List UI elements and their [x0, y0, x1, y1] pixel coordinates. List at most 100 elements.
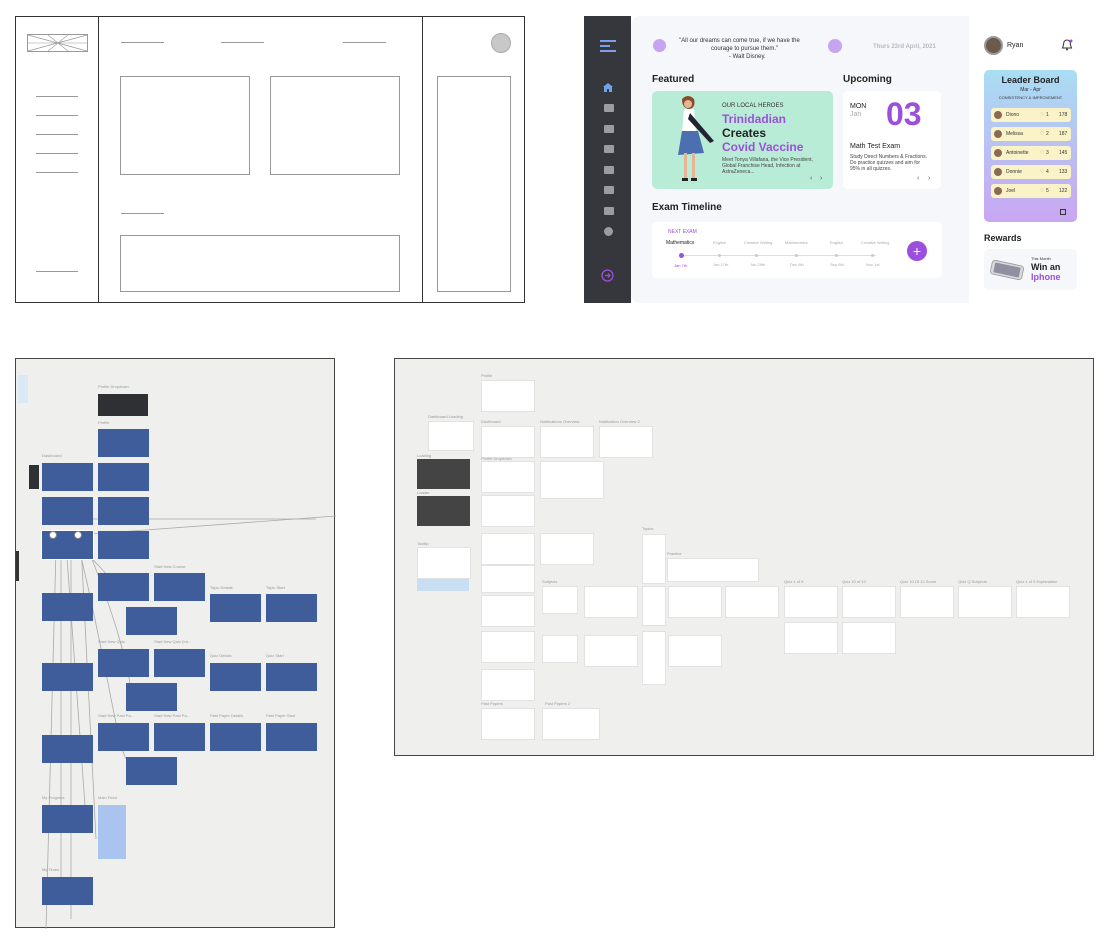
add-exam-button[interactable]: +: [907, 241, 927, 261]
flow-frame[interactable]: [126, 607, 177, 635]
flow-frame[interactable]: [584, 586, 638, 618]
featured-card[interactable]: OUR LOCAL HEROES Trinidadian Creates Cov…: [652, 91, 833, 189]
flow-frame[interactable]: [42, 735, 93, 763]
prototype-flow-canvas-left[interactable]: Profile Dropdown Profile Dashboard Start…: [15, 358, 336, 929]
bell-icon[interactable]: [1061, 39, 1073, 51]
flow-frame[interactable]: [98, 463, 149, 491]
featured-next-button[interactable]: ›: [820, 175, 822, 182]
avatar[interactable]: [984, 36, 1003, 55]
prototype-flow-canvas-right[interactable]: Profile Dashboard Loading Dashboard Prof…: [394, 358, 1094, 756]
flow-frame[interactable]: [42, 805, 93, 833]
flow-frame[interactable]: [842, 586, 896, 618]
flow-frame[interactable]: [481, 533, 535, 565]
upcoming-card[interactable]: MON Jan 03 Math Test Exam Study Direct N…: [843, 91, 941, 189]
flow-frame[interactable]: [599, 426, 653, 458]
flow-frame[interactable]: [417, 547, 471, 579]
flow-frame[interactable]: [481, 565, 535, 593]
flow-frame[interactable]: [842, 622, 896, 654]
flow-frame[interactable]: [481, 461, 535, 493]
stack-icon[interactable]: [604, 145, 614, 153]
user-name[interactable]: Ryan: [1007, 42, 1023, 49]
flow-frame[interactable]: [481, 380, 535, 412]
flow-frame[interactable]: [542, 708, 600, 740]
flow-frame[interactable]: [540, 426, 594, 458]
flow-frame[interactable]: [29, 465, 39, 489]
home-icon[interactable]: [603, 83, 613, 92]
flow-frame[interactable]: [98, 497, 149, 525]
flow-frame[interactable]: [481, 426, 535, 458]
expand-icon[interactable]: [1060, 209, 1066, 215]
flow-frame[interactable]: [126, 683, 177, 711]
flow-frame[interactable]: [42, 497, 93, 525]
flow-frame[interactable]: [481, 708, 535, 740]
flow-frame-grid[interactable]: [417, 579, 469, 591]
flow-frame[interactable]: [642, 534, 666, 584]
flow-frame[interactable]: [584, 635, 638, 667]
flow-frame[interactable]: [481, 631, 535, 663]
flow-frame[interactable]: [667, 558, 759, 582]
help-icon[interactable]: [604, 227, 613, 236]
flow-frame[interactable]: [668, 586, 722, 618]
flow-handle[interactable]: [74, 531, 82, 539]
flow-frame[interactable]: [542, 635, 578, 663]
flow-frame[interactable]: [42, 463, 93, 491]
video-icon[interactable]: [604, 186, 614, 194]
featured-prev-button[interactable]: ‹: [810, 175, 812, 182]
flow-frame[interactable]: [266, 663, 317, 691]
book-icon[interactable]: [604, 104, 614, 112]
logout-icon[interactable]: [601, 269, 614, 282]
flow-frame[interactable]: [958, 586, 1012, 618]
flow-frame[interactable]: [98, 531, 149, 559]
flow-frame[interactable]: [126, 757, 177, 785]
leaderboard-row[interactable]: Diono ♡ 1 178: [991, 108, 1071, 122]
flow-frame[interactable]: [154, 723, 205, 751]
menu-icon[interactable]: [600, 40, 616, 52]
flow-frame[interactable]: [725, 586, 779, 618]
flow-frame[interactable]: [481, 669, 535, 701]
flow-frame[interactable]: [417, 459, 470, 489]
upcoming-prev-button[interactable]: ‹: [917, 175, 919, 182]
flow-frame[interactable]: [540, 533, 594, 565]
flow-frame[interactable]: [642, 631, 666, 685]
graduation-icon[interactable]: [604, 207, 614, 215]
flow-frame[interactable]: [417, 496, 470, 526]
leaderboard-row[interactable]: Melissa ♡ 2 187: [991, 127, 1071, 141]
expand-icon[interactable]: [604, 166, 614, 174]
leaderboard-row[interactable]: Joel ♡ 5 122: [991, 184, 1071, 198]
flow-scrollbar[interactable]: [16, 551, 19, 581]
flow-frame[interactable]: [540, 461, 604, 499]
flow-frame[interactable]: [154, 649, 205, 677]
flow-frame[interactable]: [42, 877, 93, 905]
flow-frame[interactable]: [42, 663, 93, 691]
flow-frame[interactable]: [784, 586, 838, 618]
flow-frame[interactable]: [784, 622, 838, 654]
upcoming-next-button[interactable]: ›: [928, 175, 930, 182]
flow-frame[interactable]: [481, 495, 535, 527]
leaderboard-row[interactable]: Donnie ♡ 4 133: [991, 165, 1071, 179]
flow-frame[interactable]: [210, 594, 261, 622]
calendar-icon[interactable]: [604, 125, 614, 133]
flow-frame[interactable]: [98, 429, 149, 457]
flow-frame[interactable]: [642, 586, 666, 626]
leaderboard-row[interactable]: Antoinette ♡ 3 145: [991, 146, 1071, 160]
flow-frame[interactable]: [210, 663, 261, 691]
flow-frame[interactable]: [210, 723, 261, 751]
flow-frame[interactable]: [900, 586, 954, 618]
flow-frame[interactable]: [668, 635, 722, 667]
flow-frame[interactable]: [98, 394, 148, 416]
frame-label: Profile: [98, 420, 110, 425]
flow-frame-grid[interactable]: [98, 805, 126, 859]
rewards-card[interactable]: This Month Win an Iphone: [984, 249, 1077, 290]
flow-frame[interactable]: [154, 573, 205, 601]
flow-frame[interactable]: [428, 421, 474, 451]
flow-frame[interactable]: [98, 723, 149, 751]
flow-frame[interactable]: [98, 573, 149, 601]
flow-frame[interactable]: [266, 594, 317, 622]
flow-frame[interactable]: [266, 723, 317, 751]
flow-frame[interactable]: [542, 586, 578, 614]
flow-handle[interactable]: [49, 531, 57, 539]
flow-frame[interactable]: [42, 593, 93, 621]
flow-frame[interactable]: [1016, 586, 1070, 618]
flow-frame[interactable]: [481, 595, 535, 627]
flow-frame[interactable]: [98, 649, 149, 677]
